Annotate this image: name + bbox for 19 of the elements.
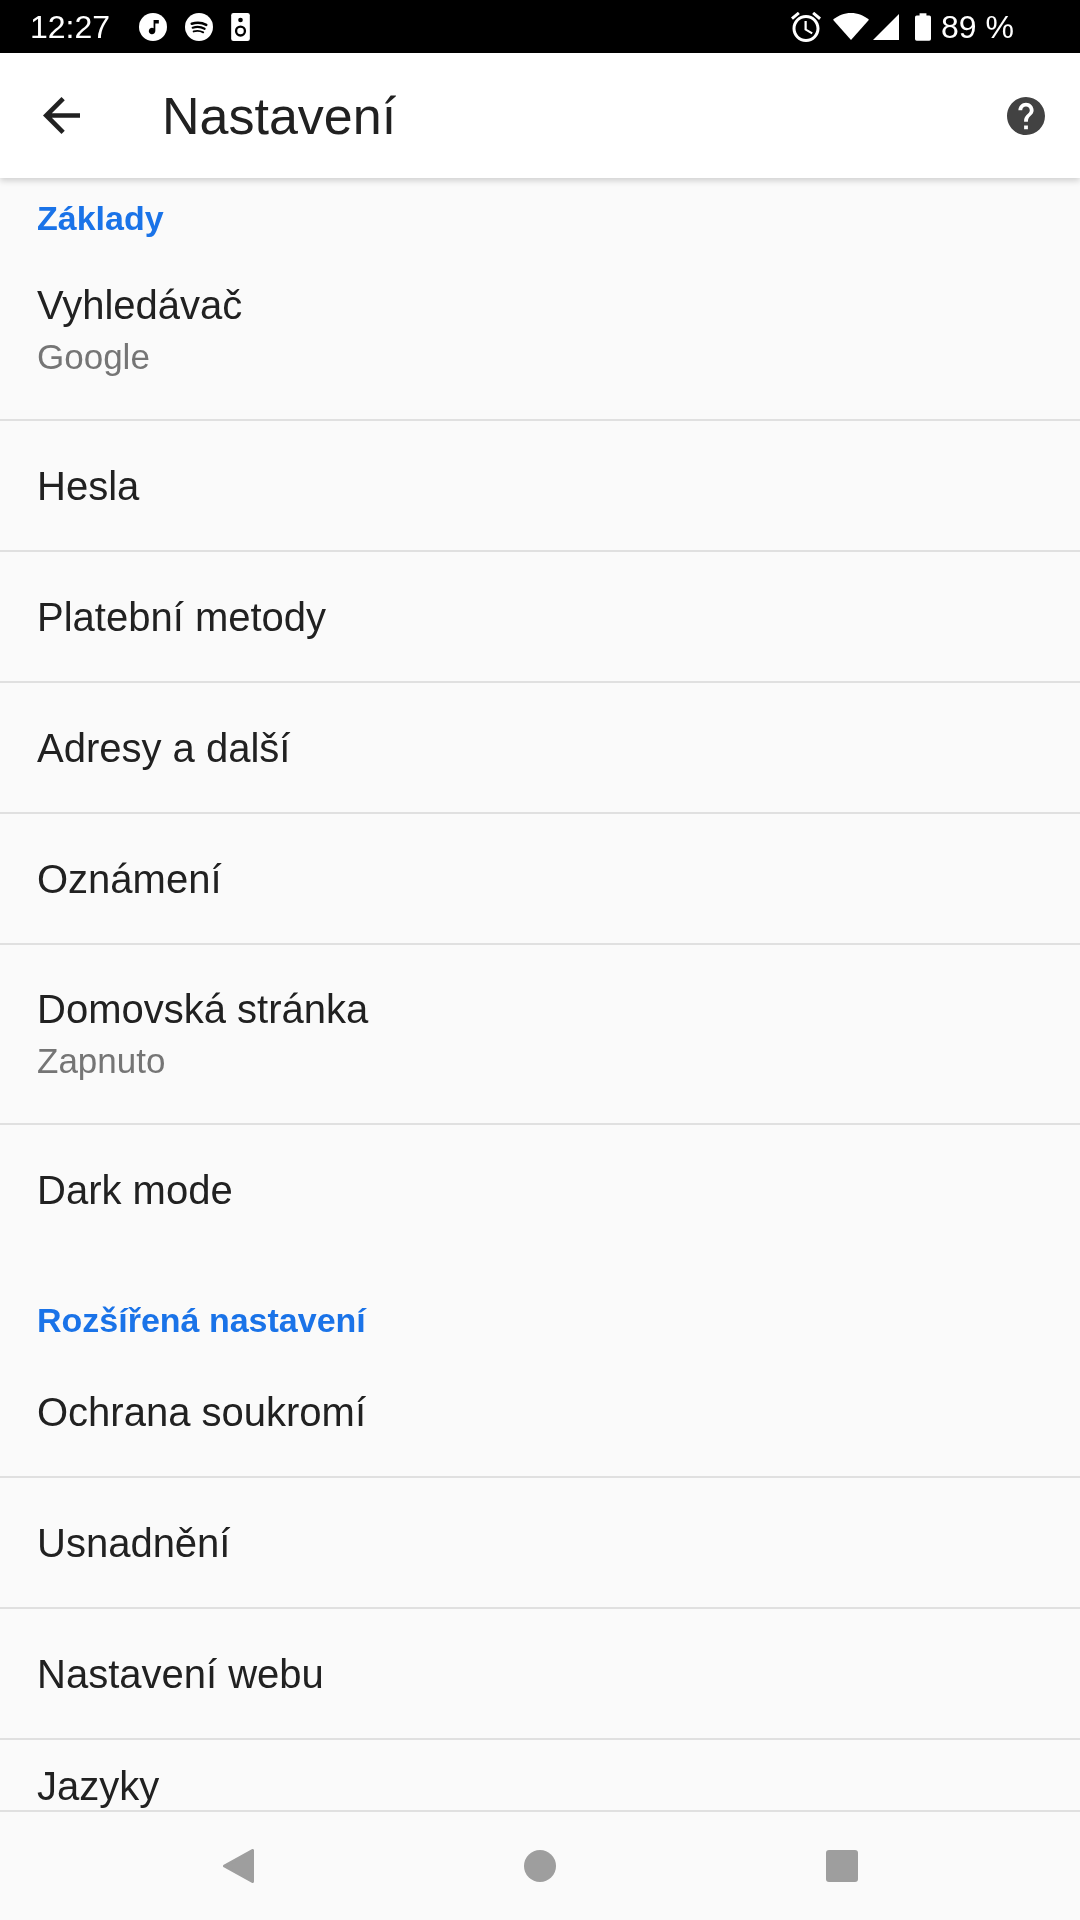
back-arrow-icon[interactable] bbox=[43, 97, 80, 134]
section-header: Základy bbox=[37, 198, 164, 238]
music-note-icon bbox=[139, 12, 168, 41]
battery-percentage: 89 % bbox=[941, 7, 1014, 47]
section-header: Rozšířená nastavení bbox=[37, 1300, 366, 1340]
back-icon[interactable] bbox=[222, 1849, 254, 1883]
signal-icon bbox=[873, 13, 900, 40]
setting-value: Google bbox=[37, 336, 150, 378]
clock-time: 12:27 bbox=[30, 7, 111, 47]
setting-value: Zapnuto bbox=[37, 1040, 166, 1082]
alarm-clock-icon bbox=[791, 11, 822, 42]
wifi-icon bbox=[833, 13, 870, 40]
battery-icon bbox=[915, 12, 932, 41]
recents-icon[interactable] bbox=[825, 1850, 858, 1882]
speaker-icon bbox=[231, 12, 251, 41]
page-title: Nastavení bbox=[162, 85, 397, 147]
home-icon[interactable] bbox=[523, 1850, 556, 1882]
help-icon[interactable] bbox=[1007, 96, 1045, 135]
spotify-icon bbox=[185, 12, 214, 41]
